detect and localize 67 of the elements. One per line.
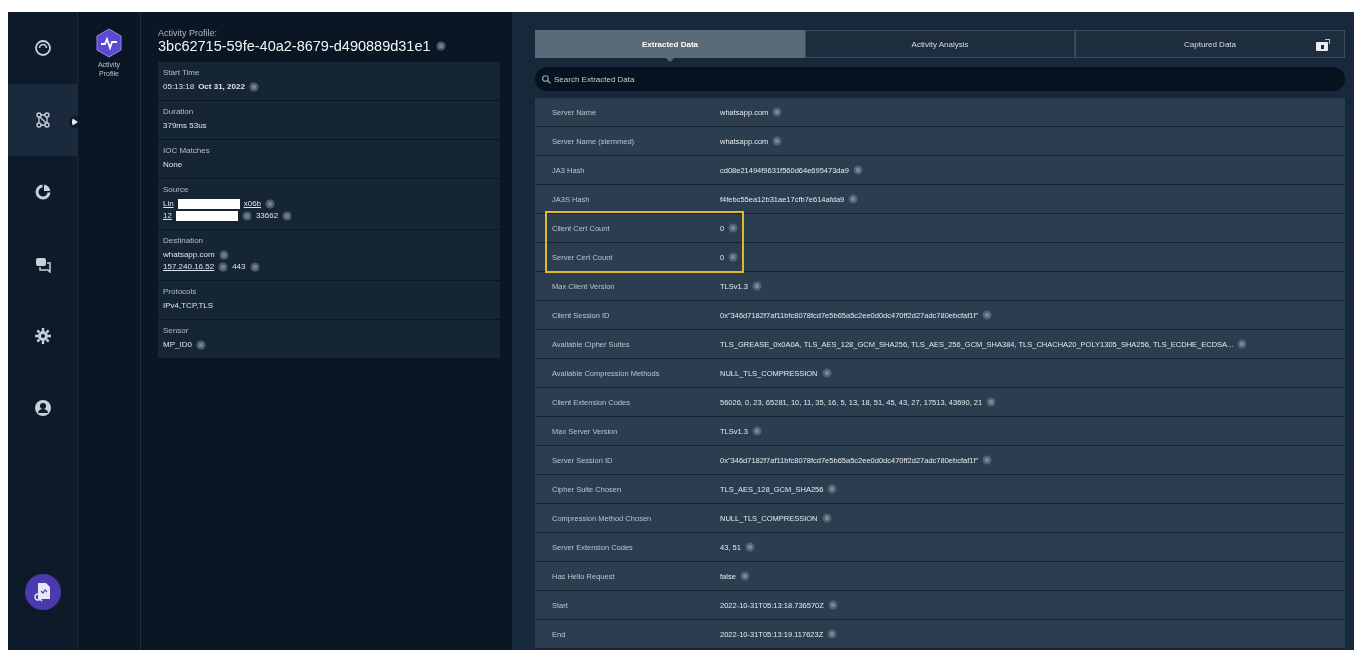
field-label: Sensor: [163, 326, 190, 335]
field-value: MP_ID0: [163, 339, 192, 351]
copy-icon: [435, 41, 446, 51]
copy-icon: [744, 542, 755, 552]
copy-icon: [1237, 339, 1248, 349]
field-label: Protocols: [163, 287, 198, 296]
clock-icon: [33, 39, 52, 57]
tab[interactable]: Activity Analysis: [805, 30, 1075, 58]
search-field[interactable]: Search Extracted Data: [535, 67, 1345, 91]
time-value: 05:13:18: [163, 81, 195, 93]
copy-icon: [827, 629, 838, 639]
copy-icon: [739, 571, 750, 581]
copy-icon: [248, 82, 259, 92]
date-value: Oct 31, 2022: [198, 81, 245, 93]
address-link[interactable]: Lin: [163, 198, 174, 210]
copy-icon: [282, 211, 293, 221]
network-icon: [33, 111, 52, 129]
chat-icon: [33, 255, 52, 273]
search-document-button[interactable]: [24, 574, 61, 610]
export-icon: [1316, 39, 1330, 51]
copy-icon: [728, 223, 739, 233]
copy-icon: [986, 397, 997, 407]
copy-icon: [982, 310, 993, 320]
profile-id: 3bc62715-59fe-40a2-8679-d490889d31e1: [158, 38, 431, 54]
redaction-block: [175, 211, 238, 221]
field-value: IPv4,TCP,TLS: [163, 300, 214, 312]
copy-icon: [821, 368, 832, 378]
field-label: Start Time: [163, 68, 201, 77]
copy-icon: [982, 455, 993, 465]
user-icon: [33, 399, 52, 417]
copy-icon: [249, 262, 260, 272]
port-value: 33662: [255, 210, 279, 222]
copy-icon: [728, 252, 739, 262]
redaction-block: [177, 199, 240, 209]
ip-link[interactable]: 157.240.16.52: [163, 261, 215, 273]
host-value: whatsapp.com: [163, 249, 215, 261]
address-link[interactable]: 12: [163, 210, 172, 222]
search-icon: [542, 75, 551, 84]
copy-icon: [848, 194, 859, 204]
field-label: Source: [163, 185, 190, 194]
copy-icon: [751, 281, 762, 291]
copy-icon: [218, 250, 229, 260]
field-label: IOC Matches: [163, 146, 211, 155]
copy-icon: [195, 340, 206, 350]
field-value: None: [163, 159, 183, 171]
heading-label: Activity Profile:: [158, 28, 218, 38]
tab[interactable]: Captured Data: [1075, 30, 1345, 58]
copy-icon: [827, 484, 838, 494]
copy-icon: [241, 211, 252, 221]
document-search-icon: [33, 582, 52, 602]
port-value: 443: [232, 261, 246, 273]
field-value: 379ms 53us: [163, 120, 207, 132]
nav-item[interactable]: [8, 84, 77, 156]
copy-icon: [852, 165, 863, 175]
copy-icon: [751, 426, 762, 436]
address-link[interactable]: x06b: [243, 198, 262, 210]
field-label: Duration: [163, 107, 195, 116]
copy-icon: [265, 199, 276, 209]
copy-icon: [218, 262, 229, 272]
copy-icon: [827, 600, 838, 610]
pulse-hexagon-icon: [95, 28, 123, 58]
copy-icon: [772, 107, 783, 117]
field-label: Destination: [163, 236, 205, 245]
copy-icon: [821, 513, 832, 523]
copy-icon: [772, 136, 783, 146]
pie-chart-icon: [33, 183, 52, 201]
settings-icon: [33, 327, 52, 345]
